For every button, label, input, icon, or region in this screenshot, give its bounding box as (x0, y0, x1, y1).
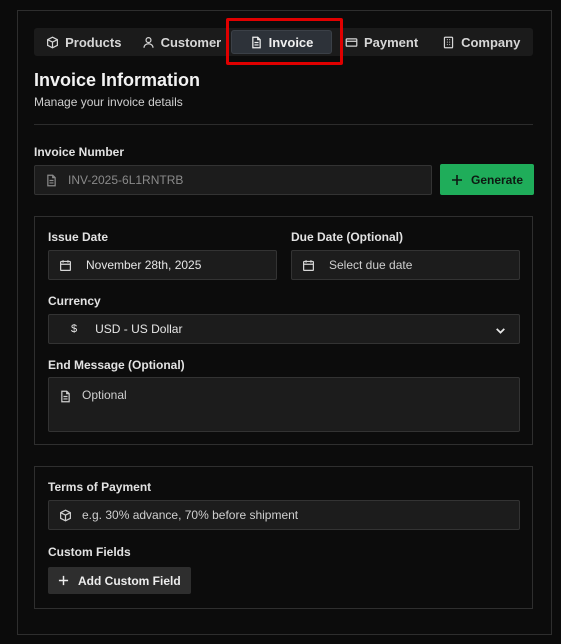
tab-customer[interactable]: Customer (132, 30, 232, 54)
tab-company[interactable]: Company (431, 30, 531, 54)
divider (34, 124, 533, 125)
plus-icon (451, 174, 462, 185)
due-date-placeholder: Select due date (329, 258, 413, 272)
end-message-textarea[interactable]: Optional (48, 377, 520, 432)
calendar-icon (303, 259, 314, 271)
chevron-down-icon (496, 328, 505, 334)
currency-select[interactable]: $ USD - US Dollar (48, 314, 520, 344)
generate-button-label: Generate (470, 172, 524, 187)
issue-date-label: Issue Date (48, 230, 109, 244)
currency-label: Currency (48, 294, 101, 308)
active-tab-highlight (226, 18, 343, 65)
add-custom-field-button[interactable]: Add Custom Field (48, 567, 191, 594)
tab-company-label: Company (461, 34, 521, 50)
end-message-label: End Message (Optional) (48, 358, 185, 372)
box-icon (47, 36, 59, 48)
tab-payment[interactable]: Payment (332, 30, 432, 54)
invoice-number-field[interactable]: INV-2025-6L1RNTRB (34, 165, 432, 195)
file-icon (61, 390, 70, 403)
currency-value: USD - US Dollar (95, 322, 183, 336)
dollar-icon: $ (71, 323, 78, 335)
terms-input[interactable]: e.g. 30% advance, 70% before shipment (48, 500, 520, 530)
page-subtitle: Manage your invoice details (34, 95, 183, 109)
terms-placeholder: e.g. 30% advance, 70% before shipment (82, 508, 299, 522)
due-date-label: Due Date (Optional) (291, 230, 404, 244)
user-icon (142, 36, 154, 48)
building-icon (443, 36, 454, 48)
credit-card-icon (345, 37, 358, 47)
generate-button[interactable]: Generate (440, 164, 534, 195)
due-date-picker[interactable]: Select due date (291, 250, 520, 280)
tab-payment-label: Payment (363, 34, 419, 50)
issue-date-picker[interactable]: November 28th, 2025 (48, 250, 277, 280)
file-icon (47, 174, 56, 186)
invoice-number-value: INV-2025-6L1RNTRB (68, 173, 184, 187)
end-message-placeholder: Optional (82, 388, 127, 402)
box-icon (60, 509, 71, 521)
plus-icon (58, 575, 69, 586)
calendar-icon (60, 259, 71, 271)
page-title: Invoice Information (34, 70, 201, 90)
tab-products-label: Products (65, 34, 122, 50)
issue-date-value: November 28th, 2025 (86, 258, 202, 272)
add-custom-field-label: Add Custom Field (78, 573, 181, 588)
tab-customer-label: Customer (160, 34, 222, 50)
invoice-number-label: Invoice Number (34, 145, 125, 159)
custom-fields-label: Custom Fields (48, 545, 131, 559)
terms-label: Terms of Payment (48, 480, 152, 494)
tab-products[interactable]: Products (36, 30, 132, 54)
